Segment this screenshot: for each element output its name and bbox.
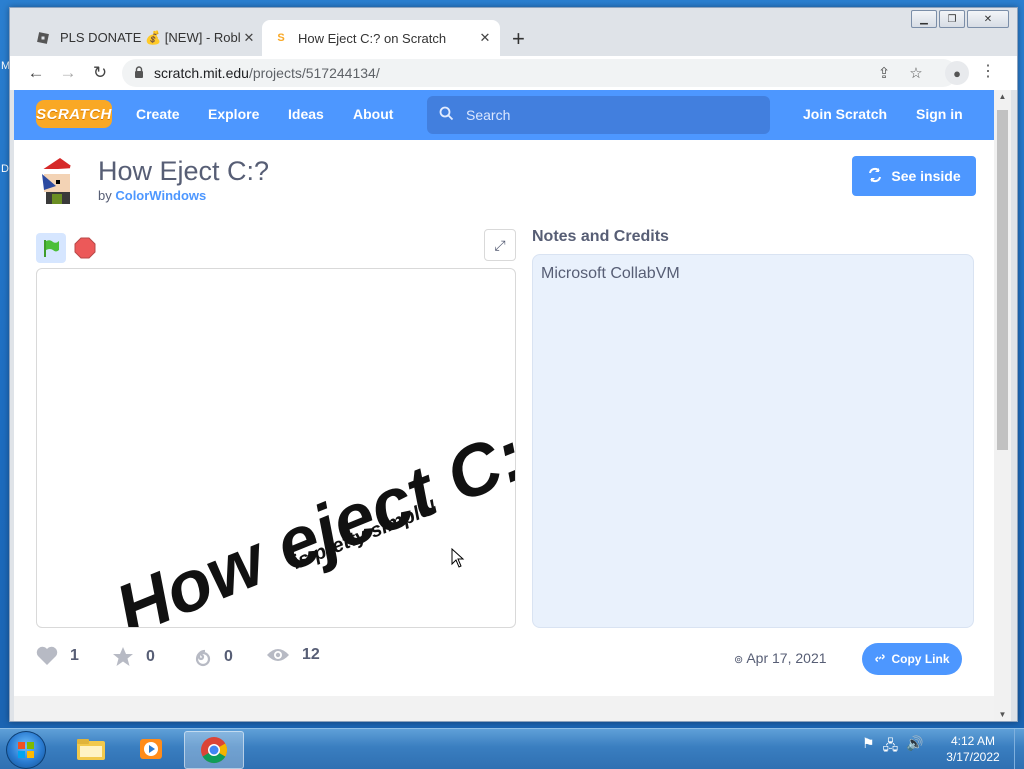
fullscreen-icon[interactable]: ⤢ bbox=[484, 229, 516, 261]
project-title: How Eject C:? bbox=[98, 156, 270, 186]
menu-kebab-icon[interactable]: ⋮ bbox=[978, 61, 998, 81]
favorite-count: 0 bbox=[146, 648, 155, 665]
media-player-icon bbox=[140, 739, 162, 759]
scratch-navbar: SCRATCH Create Explore Ideas About Join … bbox=[14, 90, 994, 140]
url-host: scratch.mit.edu bbox=[154, 65, 249, 81]
clock-date: 3/17/2022 bbox=[946, 750, 1000, 764]
notes-heading: Notes and Credits bbox=[532, 228, 669, 245]
desktop-icon-label-fragment: D bbox=[1, 163, 9, 175]
join-scratch-link[interactable]: Join Scratch bbox=[803, 106, 887, 122]
shared-date: ⊚ Apr 17, 2021 bbox=[734, 650, 827, 666]
by-label: by bbox=[98, 188, 112, 203]
remix-spiral-icon bbox=[195, 649, 211, 667]
nav-ideas[interactable]: Ideas bbox=[288, 106, 324, 122]
profile-avatar-icon[interactable]: ● bbox=[945, 61, 969, 85]
notes-text: Microsoft CollabVM bbox=[541, 265, 680, 282]
close-tab-icon[interactable]: ✕ bbox=[476, 30, 494, 46]
start-button[interactable] bbox=[6, 731, 46, 769]
copy-link-label: Copy Link bbox=[891, 652, 950, 666]
nav-about[interactable]: About bbox=[353, 106, 393, 122]
star-icon bbox=[113, 647, 133, 666]
chrome-icon bbox=[201, 737, 228, 764]
tab-roblox[interactable]: PLS DONATE 💰 [NEW] - Roblox ✕ bbox=[24, 20, 264, 56]
see-inside-label: See inside bbox=[891, 168, 961, 184]
scratch-favicon-icon: S bbox=[277, 32, 285, 44]
vertical-scrollbar[interactable]: ▲ ▼ bbox=[994, 90, 1011, 721]
lock-icon bbox=[134, 65, 144, 81]
address-bar[interactable]: scratch.mit.edu/projects/517244134/ bbox=[122, 59, 957, 87]
clock-time: 4:12 AM bbox=[950, 734, 996, 748]
search-box bbox=[427, 96, 770, 134]
roblox-favicon-icon bbox=[36, 31, 50, 45]
search-input[interactable] bbox=[464, 106, 748, 124]
media-player-taskbar-button[interactable] bbox=[122, 731, 180, 767]
calendar-icon: ⊚ bbox=[734, 654, 744, 666]
mouse-cursor-icon bbox=[451, 547, 465, 573]
eye-icon bbox=[267, 649, 289, 661]
search-icon bbox=[439, 106, 454, 125]
volume-icon[interactable]: 🔊 bbox=[906, 735, 923, 759]
love-stat[interactable]: 1 bbox=[36, 646, 79, 666]
file-explorer-taskbar-button[interactable] bbox=[62, 731, 120, 767]
remix-arrows-icon bbox=[867, 167, 883, 186]
sign-in-link[interactable]: Sign in bbox=[916, 106, 963, 122]
browser-toolbar: ← → ↻ scratch.mit.edu/projects/517244134… bbox=[10, 56, 1017, 90]
forward-arrow-icon[interactable]: → bbox=[56, 61, 80, 85]
taskbar: ⚑ 🖧 🔊 4:12 AM 3/17/2022 bbox=[0, 728, 1024, 769]
author-link[interactable]: ColorWindows bbox=[115, 188, 206, 203]
notes-panel: Microsoft CollabVM bbox=[532, 254, 974, 628]
project-stage[interactable]: How eject C: ! is pretty simple! bbox=[36, 268, 516, 628]
back-arrow-icon[interactable]: ← bbox=[24, 61, 48, 85]
views-stat: 12 bbox=[266, 646, 320, 664]
love-count: 1 bbox=[70, 647, 79, 664]
tab-title: How Eject C:? on Scratch bbox=[298, 30, 447, 46]
page-bottom-band bbox=[14, 696, 994, 721]
shared-date-text: Apr 17, 2021 bbox=[746, 650, 827, 666]
link-icon bbox=[874, 652, 886, 667]
stop-sign-icon[interactable] bbox=[72, 235, 98, 261]
taskbar-clock[interactable]: 4:12 AM 3/17/2022 bbox=[938, 733, 1008, 765]
close-tab-icon[interactable]: ✕ bbox=[240, 30, 258, 46]
action-center-flag-icon[interactable]: ⚑ bbox=[862, 735, 875, 759]
green-flag-icon[interactable] bbox=[36, 233, 66, 263]
heart-icon bbox=[36, 646, 58, 665]
network-icon[interactable]: 🖧 bbox=[883, 735, 899, 759]
tab-scratch[interactable]: S How Eject C:? on Scratch ✕ bbox=[262, 20, 500, 56]
remix-stat: 0 bbox=[190, 646, 233, 668]
scroll-down-icon[interactable]: ▼ bbox=[994, 710, 1011, 719]
nav-explore[interactable]: Explore bbox=[208, 106, 259, 122]
author-avatar[interactable] bbox=[36, 156, 80, 204]
tab-strip: PLS DONATE 💰 [NEW] - Roblox ✕ S How Ejec… bbox=[10, 20, 1017, 56]
bookmark-star-icon[interactable]: ☆ bbox=[904, 61, 928, 85]
windows-logo-icon bbox=[18, 742, 34, 758]
see-inside-button[interactable]: See inside bbox=[852, 156, 976, 196]
reload-icon[interactable]: ↻ bbox=[88, 61, 112, 85]
page-viewport: SCRATCH Create Explore Ideas About Join … bbox=[14, 90, 994, 721]
system-tray: ⚑ 🖧 🔊 bbox=[862, 735, 924, 759]
remix-count: 0 bbox=[224, 648, 233, 665]
show-desktop-button[interactable] bbox=[1014, 729, 1024, 769]
scratch-logo[interactable]: SCRATCH bbox=[36, 100, 112, 128]
share-icon[interactable]: ⇪ bbox=[872, 61, 896, 85]
new-tab-icon[interactable]: + bbox=[512, 26, 525, 52]
scroll-up-icon[interactable]: ▲ bbox=[994, 92, 1011, 101]
scroll-thumb[interactable] bbox=[997, 110, 1008, 450]
nav-create[interactable]: Create bbox=[136, 106, 180, 122]
stage-main-text: How eject C: ! bbox=[105, 399, 515, 627]
chrome-taskbar-button[interactable] bbox=[184, 731, 244, 769]
view-count: 12 bbox=[302, 646, 320, 663]
copy-link-button[interactable]: Copy Link bbox=[862, 643, 962, 675]
browser-window: ▁ ❐ ✕ PLS DONATE 💰 [NEW] - Roblox ✕ S Ho… bbox=[9, 7, 1018, 722]
tab-title: PLS DONATE 💰 [NEW] - Roblox bbox=[60, 30, 240, 45]
url-path: /projects/517244134/ bbox=[248, 65, 380, 81]
project-byline: by ColorWindows bbox=[98, 188, 206, 203]
favorite-stat[interactable]: 0 bbox=[112, 646, 155, 668]
folder-icon bbox=[77, 739, 105, 760]
